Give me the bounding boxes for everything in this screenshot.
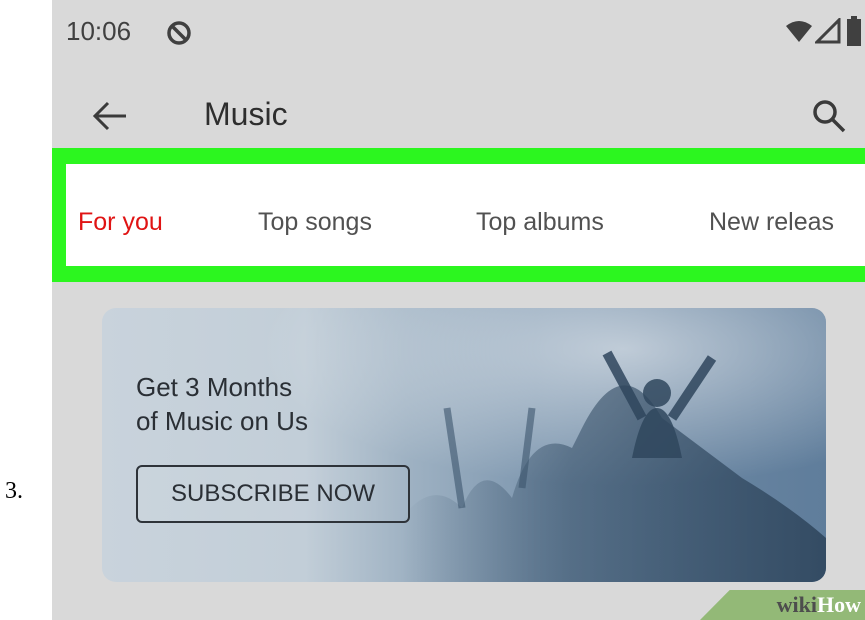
status-bar: 10:06	[52, 0, 865, 70]
status-time: 10:06	[66, 16, 132, 46]
wikihow-logo-how: How	[817, 592, 861, 617]
banner-headline-line-1: Get 3 Months	[136, 372, 293, 402]
tab-bar: For you Top songs Top albums New releas	[66, 164, 865, 266]
step-number: 3.	[5, 478, 23, 504]
wikihow-logo-wiki: wiki	[776, 592, 817, 617]
back-arrow-icon[interactable]	[92, 100, 128, 132]
tab-top-songs[interactable]: Top songs	[258, 208, 372, 237]
wifi-icon	[786, 21, 812, 42]
subscribe-now-button[interactable]: SUBSCRIBE NOW	[136, 465, 410, 523]
subscription-banner[interactable]: Get 3 Months of Music on Us SUBSCRIBE NO…	[102, 308, 826, 582]
tab-top-albums[interactable]: Top albums	[476, 208, 604, 237]
banner-headline-line-2: of Music on Us	[136, 406, 308, 436]
cellular-signal-icon	[815, 18, 841, 44]
tab-for-you[interactable]: For you	[78, 208, 163, 237]
phone-screen: 10:06 Music For you Top songs Top albums…	[52, 0, 865, 620]
banner-headline: Get 3 Months of Music on Us	[136, 370, 436, 438]
search-icon[interactable]	[811, 98, 847, 134]
wikihow-logo: wikiHow	[777, 592, 861, 618]
battery-icon	[847, 16, 861, 46]
tab-new-releases[interactable]: New releas	[709, 208, 834, 237]
do-not-disturb-icon	[167, 21, 191, 45]
app-bar: Music	[52, 80, 865, 150]
page-title: Music	[204, 96, 288, 132]
status-icons	[785, 16, 865, 48]
concert-crowd-image	[102, 308, 826, 582]
